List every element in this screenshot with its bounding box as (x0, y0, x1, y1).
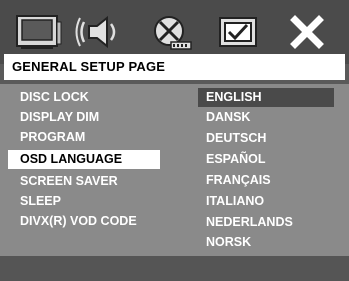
option-norsk[interactable]: NORSK (198, 233, 334, 252)
menu-item-screen-saver[interactable]: SCREEN SAVER (14, 172, 162, 191)
option-espanol[interactable]: ESPAÑOL (198, 150, 334, 169)
menu-item-divx-vod-code[interactable]: DIVX(R) VOD CODE (14, 212, 162, 231)
menu-item-disc-lock[interactable]: DISC LOCK (14, 88, 162, 107)
menu-item-display-dim[interactable]: DISPLAY DIM (14, 108, 162, 127)
option-italiano[interactable]: ITALIANO (198, 192, 334, 211)
option-francais[interactable]: FRANÇAIS (198, 171, 334, 190)
setup-screen: GENERAL SETUP PAGE DISC LOCK DISPLAY DIM… (0, 0, 349, 281)
footer-bar (0, 256, 349, 281)
option-deutsch[interactable]: DEUTSCH (198, 129, 334, 148)
checkbox-icon[interactable] (208, 8, 270, 56)
option-english[interactable]: ENGLISH (198, 88, 334, 107)
menu-item-sleep[interactable]: SLEEP (14, 192, 162, 211)
menu-item-program[interactable]: PROGRAM (14, 128, 162, 147)
video-reel-icon[interactable] (140, 8, 202, 56)
settings-panel: DISC LOCK DISPLAY DIM PROGRAM OSD LANGUA… (0, 84, 349, 256)
close-icon[interactable] (276, 8, 338, 56)
option-nederlands[interactable]: NEDERLANDS (198, 213, 334, 232)
option-dansk[interactable]: DANSK (198, 108, 334, 127)
menu-item-osd-language[interactable]: OSD LANGUAGE (8, 150, 160, 169)
speaker-icon[interactable] (70, 8, 132, 56)
tv-icon[interactable] (8, 8, 70, 56)
page-title: GENERAL SETUP PAGE (12, 59, 166, 74)
page-title-bar: GENERAL SETUP PAGE (4, 54, 345, 80)
